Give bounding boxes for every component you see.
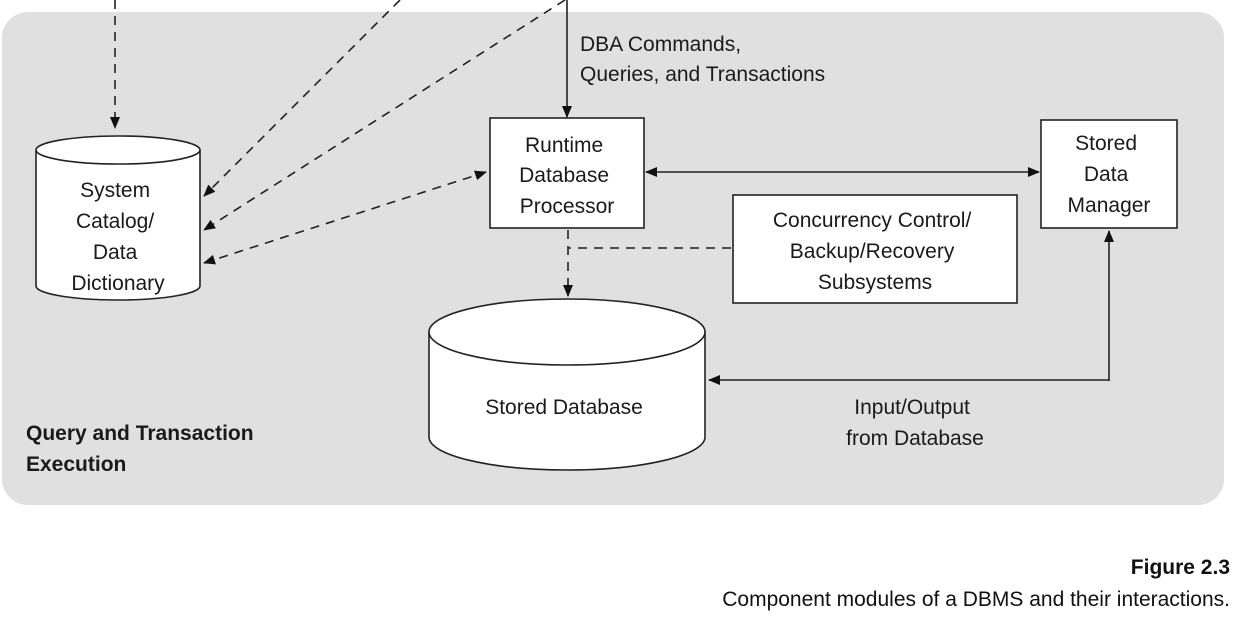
stored-database-cylinder <box>428 298 706 471</box>
dbms-diagram: System Catalog/ Data Dictionary Runtime … <box>2 0 1224 505</box>
figure-caption: Component modules of a DBMS and their in… <box>722 588 1230 611</box>
stored-database-label: Stored Database <box>485 396 643 419</box>
figure-number: Figure 2.3 <box>1130 556 1230 579</box>
runtime-processor-label: Runtime Database Processor <box>519 134 615 218</box>
